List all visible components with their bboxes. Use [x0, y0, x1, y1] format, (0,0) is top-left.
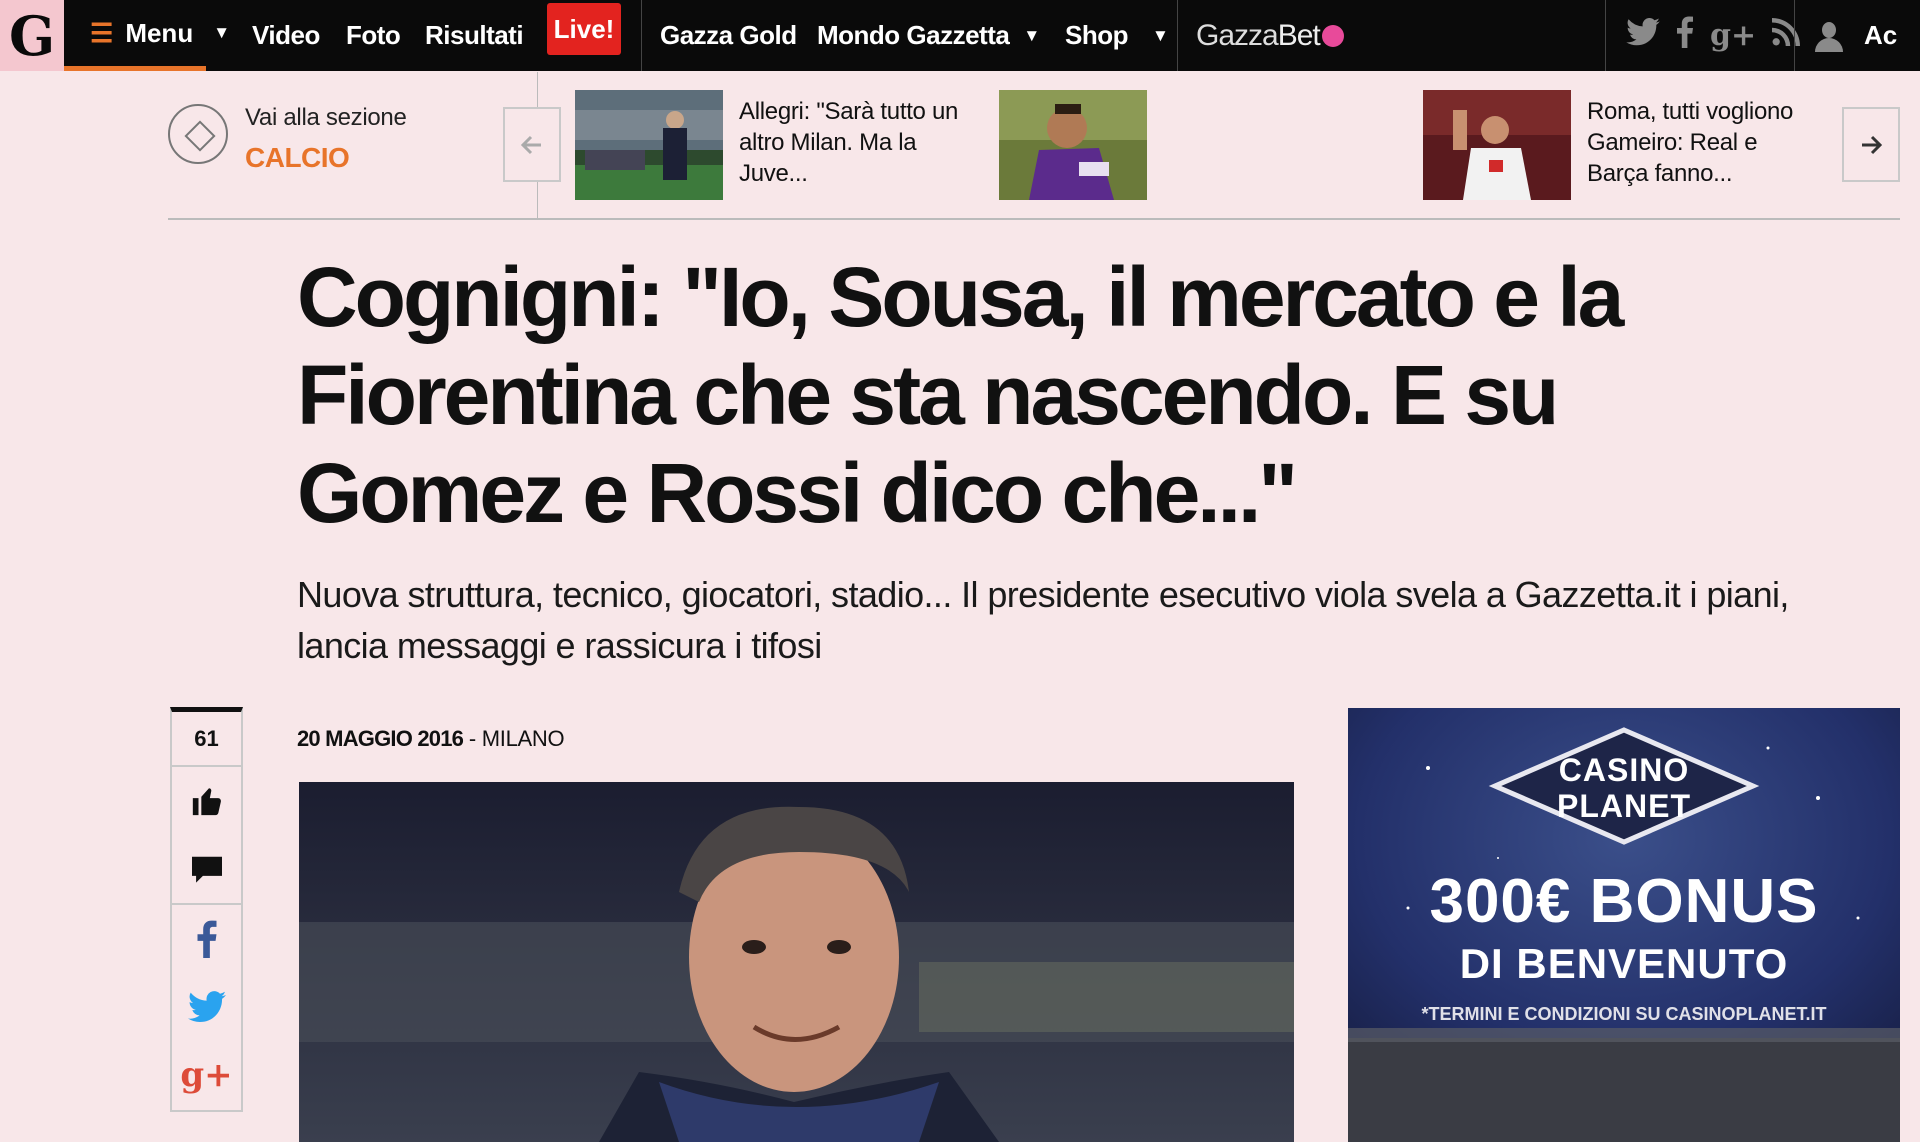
comment-button[interactable]	[172, 835, 241, 903]
gazzabet-ball-icon	[1321, 24, 1344, 47]
carousel-card[interactable]	[999, 90, 1147, 210]
carousel-card[interactable]: Roma, tutti vogliono Gameiro: Real e Bar…	[1423, 90, 1843, 210]
google-plus-icon: g+	[180, 1055, 233, 1095]
news-thumbnail	[1423, 90, 1571, 200]
nav-divider	[1605, 0, 1606, 71]
carousel-prev-button[interactable]	[503, 107, 561, 182]
ad-brand-line2: PLANET	[1557, 788, 1691, 824]
section-link-label: Vai alla sezione	[245, 104, 407, 131]
twitter-icon[interactable]	[1626, 17, 1660, 54]
article-headline: Cognigni: "Io, Sousa, il mercato e la Fi…	[297, 250, 1624, 540]
news-thumbnail	[999, 90, 1147, 200]
article-location: MILANO	[481, 726, 565, 751]
casino-advertisement[interactable]: CASINO PLANET 300€ BONUS DI BENVENUTO *T…	[1348, 708, 1900, 1142]
arrow-left-icon	[521, 135, 541, 154]
chevron-down-icon: ▼	[1152, 25, 1169, 45]
gazzabet-prefix: Gazza	[1196, 18, 1279, 52]
rss-icon[interactable]	[1772, 17, 1801, 54]
nav-foto[interactable]: Foto	[346, 0, 401, 71]
twitter-icon	[187, 991, 226, 1023]
facebook-icon[interactable]	[1676, 15, 1694, 56]
chevron-down-icon: ▼	[1023, 25, 1040, 45]
article-hero-image[interactable]	[299, 782, 1294, 1142]
thumbs-up-icon	[192, 788, 221, 816]
strip-bottom-border	[168, 218, 1900, 220]
article-meta: 20 MAGGIO 2016 - MILANO	[297, 726, 565, 752]
hamburger-icon: ☰	[90, 17, 114, 48]
carousel-card[interactable]: Allegri: "Sarà tutto un altro Milan. Ma …	[575, 90, 975, 210]
meta-separator: -	[463, 726, 482, 751]
nav-gazza-gold[interactable]: Gazza Gold	[660, 0, 797, 71]
share-facebook-button[interactable]	[172, 905, 241, 973]
user-icon	[1814, 20, 1844, 52]
account-button[interactable]: Ac	[1814, 0, 1897, 71]
nav-video[interactable]: Video	[252, 0, 320, 71]
share-count: 61	[172, 712, 241, 767]
comment-icon	[191, 856, 222, 883]
google-plus-icon[interactable]: g+	[1710, 18, 1756, 53]
news-thumbnail	[575, 90, 723, 200]
nav-divider	[1794, 0, 1795, 71]
carousel-next-button[interactable]	[1842, 107, 1900, 182]
ad-welcome: DI BENVENUTO	[1459, 940, 1789, 987]
ad-terms: *TERMINI E CONDIZIONI SU CASINOPLANET.IT	[1421, 1004, 1827, 1024]
social-links: g+	[1626, 0, 1816, 71]
account-label: Ac	[1864, 20, 1898, 50]
menu-button[interactable]: ☰ Menu ▼	[64, 0, 230, 71]
gazzabet-logo[interactable]: Gazza Bet	[1196, 0, 1344, 71]
share-google-plus-button[interactable]: g+	[172, 1041, 241, 1109]
shop-label: Shop	[1065, 20, 1129, 50]
soccer-ball-icon	[168, 104, 228, 164]
section-name: CALCIO	[245, 142, 350, 173]
chevron-down-icon: ▼	[213, 23, 231, 42]
gazzabet-suffix: Bet	[1277, 18, 1321, 52]
logo-letter: G	[8, 3, 56, 68]
nav-mondo-gazzetta[interactable]: Mondo Gazzetta ▼	[817, 0, 1040, 71]
top-navigation-bar: G ☰ Menu ▼ Video Foto Risultati Live! Ga…	[0, 0, 1920, 71]
live-button[interactable]: Live!	[547, 3, 621, 55]
nav-divider	[641, 0, 642, 71]
menu-label: Menu	[125, 17, 194, 48]
related-news-carousel: Allegri: "Sarà tutto un altro Milan. Ma …	[575, 90, 1855, 210]
like-button[interactable]	[172, 767, 241, 835]
article-subheadline: Nuova struttura, tecnico, giocatori, sta…	[297, 574, 1789, 666]
nav-shop[interactable]: Shop ▼	[1065, 0, 1169, 71]
nav-risultati[interactable]: Risultati	[425, 0, 524, 71]
gazzetta-logo[interactable]: G	[0, 0, 64, 71]
mondo-gazzetta-label: Mondo Gazzetta	[817, 20, 1010, 50]
share-bar: 61 g+	[170, 707, 243, 1112]
arrow-right-icon	[1862, 135, 1882, 154]
section-link-calcio[interactable]: Vai alla sezione CALCIO	[168, 100, 528, 180]
carousel-card-title: Roma, tutti vogliono Gameiro: Real e Bar…	[1587, 98, 1794, 187]
facebook-icon	[197, 920, 216, 958]
ad-brand-line1: CASINO	[1558, 752, 1690, 788]
nav-divider	[1177, 0, 1178, 71]
article-date: 20 MAGGIO 2016	[297, 726, 464, 751]
carousel-card-title: Allegri: "Sarà tutto un altro Milan. Ma …	[739, 98, 959, 187]
share-twitter-button[interactable]	[172, 973, 241, 1041]
ad-bonus: 300€ BONUS	[1429, 867, 1819, 936]
